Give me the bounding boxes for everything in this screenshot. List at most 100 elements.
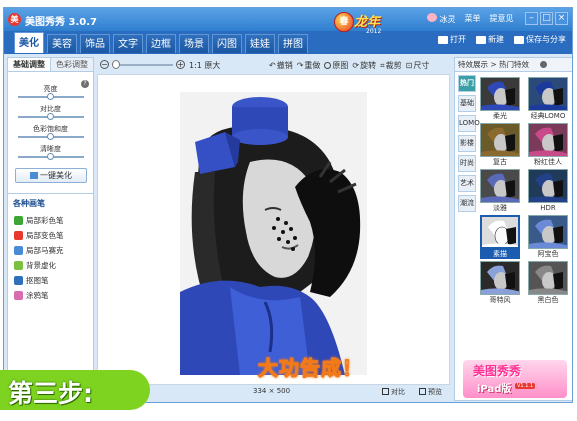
redo-button[interactable]: ↷ 重做 bbox=[297, 60, 321, 71]
edited-photo[interactable] bbox=[180, 92, 367, 375]
compare-button[interactable]: 对比 bbox=[382, 387, 405, 397]
brush-item[interactable]: 局部马赛克 bbox=[14, 243, 93, 258]
effect-thumbnail[interactable]: 哥特风 bbox=[480, 261, 520, 305]
user-account[interactable]: 冰灵 bbox=[427, 13, 456, 25]
image-height: 500 bbox=[276, 387, 291, 395]
tab-frame[interactable]: 边框 bbox=[146, 34, 176, 53]
adjust-sub-tabs: 基础调整 色彩调整 bbox=[8, 58, 93, 72]
one-click-beautify-button[interactable]: 一键美化 bbox=[15, 168, 87, 183]
app-title: 美图秀秀 3.0.7 bbox=[25, 17, 97, 28]
event-badge[interactable]: 春 龙年 2012 bbox=[334, 9, 394, 39]
resize-label: 尺寸 bbox=[413, 61, 430, 70]
crop-button[interactable]: ⌗ 裁剪 bbox=[380, 60, 402, 71]
saturation-slider[interactable] bbox=[18, 133, 84, 140]
effect-thumbnail[interactable]: 阿宝色 bbox=[528, 215, 568, 259]
saturation-knob[interactable] bbox=[47, 133, 54, 140]
brush-section-title: 各种画笔 bbox=[13, 199, 45, 208]
close-button[interactable]: × bbox=[555, 12, 568, 25]
event-badge-year: 2012 bbox=[366, 28, 382, 35]
magic-wand-icon bbox=[30, 172, 38, 179]
sharpness-slider[interactable] bbox=[18, 153, 84, 160]
brush-item[interactable]: 局部彩色笔 bbox=[14, 213, 93, 228]
effects-panel: 特效展示 > 热门特效 热门 基础 LOMO 影楼 时尚 艺术 潮流 柔光 经典L… bbox=[454, 57, 572, 401]
undo-button[interactable]: ↶ 撤销 bbox=[269, 60, 293, 71]
category-basic[interactable]: 基础 bbox=[458, 95, 476, 112]
contrast-slider[interactable] bbox=[18, 113, 84, 120]
tab-scene[interactable]: 场景 bbox=[179, 34, 209, 53]
open-button[interactable]: 打开 bbox=[438, 34, 466, 45]
main-tabs: 美化 美容 饰品 文字 边框 场景 闪图 娃娃 拼图 bbox=[14, 32, 308, 54]
brush-item[interactable]: 涂鸦笔 bbox=[14, 288, 93, 303]
category-fashion[interactable]: 时尚 bbox=[458, 155, 476, 172]
minimize-button[interactable]: – bbox=[525, 12, 538, 25]
effect-thumbnail[interactable]: 黑白色 bbox=[528, 261, 568, 305]
menu-link[interactable]: 菜单 bbox=[465, 13, 481, 25]
tab-doll[interactable]: 娃娃 bbox=[245, 34, 275, 53]
effect-preview-image bbox=[528, 77, 568, 111]
feedback-link[interactable]: 提意见 bbox=[490, 13, 514, 25]
save-share-label: 保存与分享 bbox=[526, 35, 566, 44]
sharpness-knob[interactable] bbox=[47, 153, 54, 160]
new-button[interactable]: 新建 bbox=[476, 34, 504, 45]
user-name: 冰灵 bbox=[439, 15, 456, 24]
effect-label: 素描 bbox=[480, 249, 520, 259]
effect-thumbnail[interactable]: 经典LOMO bbox=[528, 77, 568, 121]
effect-thumbnail[interactable]: 淡雅 bbox=[480, 169, 520, 213]
brightness-slider[interactable] bbox=[18, 93, 84, 100]
effect-label: 黑白色 bbox=[537, 296, 559, 304]
open-label: 打开 bbox=[450, 35, 466, 44]
category-art[interactable]: 艺术 bbox=[458, 175, 476, 192]
category-trend[interactable]: 潮流 bbox=[458, 195, 476, 212]
brush-item[interactable]: 局部变色笔 bbox=[14, 228, 93, 243]
original-button[interactable]: 原图 bbox=[324, 60, 348, 71]
brightness-knob[interactable] bbox=[47, 93, 54, 100]
zoom-in-icon[interactable]: + bbox=[176, 60, 185, 69]
brush-item[interactable]: 抠图笔 bbox=[14, 273, 93, 288]
canvas-toolbar: − + 1:1 原大 ↶ 撤销 ↷ 重做 原图 ⟳ 旋转 ⌗ 裁剪 ⊡ 尺寸 bbox=[100, 60, 453, 72]
completion-headline: 大功告成！ bbox=[258, 356, 363, 381]
category-studio[interactable]: 影楼 bbox=[458, 135, 476, 152]
zoom-slider[interactable] bbox=[112, 64, 173, 66]
effect-thumbnail[interactable]: HDR bbox=[528, 169, 568, 213]
category-lomo[interactable]: LOMO bbox=[458, 115, 480, 132]
brush-item[interactable]: 背景虚化 bbox=[14, 258, 93, 273]
canvas-area[interactable]: 大功告成！ bbox=[97, 74, 450, 385]
brush-section: 各种画笔 局部彩色笔 局部变色笔 局部马赛克 背景虚化 抠图笔 涂鸦笔 bbox=[8, 193, 93, 303]
maximize-button[interactable]: □ bbox=[540, 12, 553, 25]
resize-icon: ⊡ bbox=[405, 61, 413, 70]
original-size-button[interactable]: 1:1 原大 bbox=[189, 60, 220, 71]
effect-thumbnail[interactable]: 素描 bbox=[480, 215, 520, 259]
compare-label: 对比 bbox=[391, 388, 405, 396]
step-banner-text: 第三步: bbox=[8, 379, 93, 408]
save-icon bbox=[514, 35, 524, 44]
zoom-out-icon[interactable]: − bbox=[100, 60, 109, 69]
effect-preview-image bbox=[480, 77, 520, 111]
preview-button[interactable]: 预览 bbox=[419, 387, 442, 397]
crop-icon: ⌗ bbox=[380, 60, 385, 70]
contrast-knob[interactable] bbox=[47, 113, 54, 120]
effect-preview-image bbox=[480, 169, 520, 203]
tab-color-adjust[interactable]: 色彩调整 bbox=[51, 58, 93, 71]
gear-icon[interactable] bbox=[540, 61, 547, 68]
tab-face[interactable]: 美容 bbox=[47, 34, 77, 53]
tab-text[interactable]: 文字 bbox=[113, 34, 143, 53]
step-banner: 第三步: bbox=[0, 370, 150, 410]
tab-collage[interactable]: 拼图 bbox=[278, 34, 308, 53]
tab-basic-adjust[interactable]: 基础调整 bbox=[8, 58, 51, 71]
save-share-button[interactable]: 保存与分享 bbox=[514, 34, 566, 45]
effect-thumbnail[interactable]: 粉红佳人 bbox=[528, 123, 568, 167]
zoom-knob[interactable] bbox=[112, 60, 120, 69]
effect-thumbnail[interactable]: 复古 bbox=[480, 123, 520, 167]
tab-flash[interactable]: 闪图 bbox=[212, 34, 242, 53]
resize-button[interactable]: ⊡ 尺寸 bbox=[406, 60, 430, 71]
blur-brush-icon bbox=[14, 261, 23, 270]
effect-preview-image bbox=[528, 169, 568, 203]
effect-thumbnail[interactable]: 柔光 bbox=[480, 77, 520, 121]
recolor-brush-icon bbox=[14, 231, 23, 240]
tab-beautify[interactable]: 美化 bbox=[14, 32, 44, 53]
tab-accessories[interactable]: 饰品 bbox=[80, 34, 110, 53]
ipad-ad-banner[interactable]: 美图秀秀 iPad版 V1.1.1 bbox=[463, 360, 567, 398]
preview-icon bbox=[419, 388, 426, 395]
category-hot[interactable]: 热门 bbox=[458, 75, 476, 92]
rotate-button[interactable]: ⟳ 旋转 bbox=[352, 60, 376, 71]
